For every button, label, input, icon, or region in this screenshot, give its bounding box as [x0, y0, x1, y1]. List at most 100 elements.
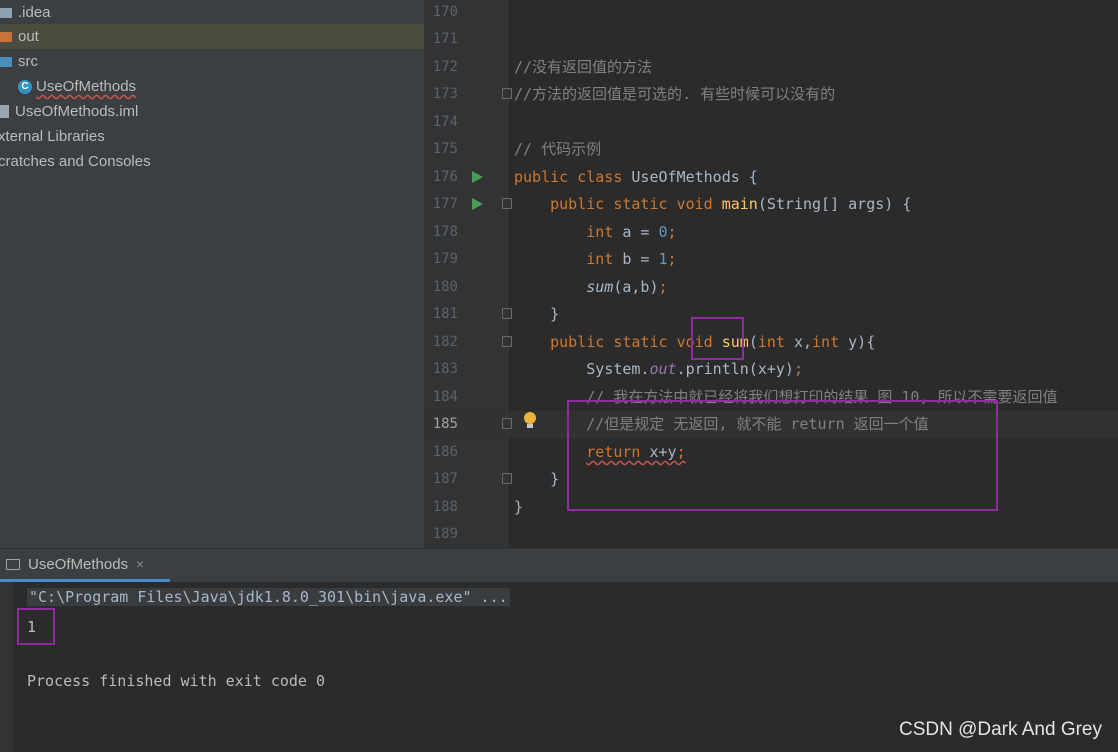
- line-number: 179: [432, 251, 458, 267]
- code-line-178: int a = 0;: [514, 219, 676, 246]
- tree-item-idea[interactable]: .idea: [0, 0, 424, 25]
- tree-item-src[interactable]: src: [0, 49, 424, 74]
- watermark: CSDN @Dark And Grey: [898, 719, 1102, 740]
- line-number: 180: [432, 279, 458, 295]
- line-number: 174: [432, 114, 458, 130]
- console-icon: [6, 558, 20, 570]
- code-token: {: [739, 168, 758, 186]
- folder-icon: [0, 31, 12, 42]
- code-token: ;: [667, 250, 677, 268]
- folder-icon: [0, 7, 12, 18]
- line-number: 175: [432, 141, 458, 157]
- code-token: (: [748, 333, 758, 351]
- code-token-keyword: int: [812, 333, 840, 351]
- code-token-keyword: public static: [550, 333, 677, 351]
- code-token: y){: [839, 333, 876, 351]
- line-number: 170: [432, 4, 458, 20]
- code-token: }: [550, 305, 560, 323]
- fold-icon[interactable]: [502, 418, 512, 429]
- highlight-box-void: [691, 317, 744, 360]
- tree-item-label: UseOfMethods.iml: [15, 103, 139, 120]
- line-number: 176: [432, 169, 458, 185]
- run-tab-bar: UseOfMethods ×: [0, 549, 1118, 582]
- code-token: }: [514, 498, 524, 516]
- tree-item-label: xternal Libraries: [0, 128, 105, 145]
- run-tab[interactable]: UseOfMethods ×: [0, 549, 170, 582]
- tree-item-label: UseOfMethods: [36, 78, 137, 95]
- code-line-187: }: [514, 466, 559, 493]
- folder-icon: [0, 56, 12, 67]
- code-line-183: System.out.println(x+y);: [514, 356, 803, 383]
- tree-item-label: src: [18, 53, 38, 70]
- code-token: }: [550, 470, 560, 488]
- line-number: 188: [432, 499, 458, 515]
- code-token-keyword: public class: [514, 168, 632, 186]
- gutter-separator: [507, 0, 508, 548]
- tree-item-out[interactable]: out: [0, 24, 424, 49]
- run-class-icon[interactable]: [472, 171, 483, 183]
- line-number: 181: [432, 306, 458, 322]
- code-line-188: }: [514, 494, 523, 521]
- tree-item-scratches[interactable]: cratches and Consoles: [0, 149, 422, 174]
- code-token: (String[] args) {: [757, 195, 912, 213]
- code-token: System.: [586, 360, 650, 378]
- code-line-179: int b = 1;: [514, 246, 677, 273]
- code-token: UseOfMethods: [631, 168, 740, 186]
- code-line-176: public class UseOfMethods {: [514, 164, 758, 191]
- code-line-175: // 代码示例: [514, 140, 602, 158]
- file-icon: [0, 105, 9, 118]
- highlight-box-return: [567, 400, 998, 511]
- fold-icon[interactable]: [502, 336, 512, 347]
- console-command-line: "C:\Program Files\Java\jdk1.8.0_301\bin\…: [27, 588, 510, 606]
- code-line-180: sum(a,b);: [514, 274, 668, 301]
- line-number-current: 185: [432, 416, 458, 432]
- tree-item-label: cratches and Consoles: [0, 153, 151, 170]
- code-editor[interactable]: 170 171 172 173 174 175 176 177 178 179 …: [424, 0, 1118, 548]
- project-tree: .idea out src C UseOfMethods UseOfMethod…: [0, 0, 424, 548]
- tree-item-label: .idea: [18, 4, 51, 21]
- code-line-173: //方法的返回值是可选的. 有些时候可以没有的: [514, 85, 836, 103]
- run-toolbar: [0, 582, 13, 752]
- line-number: 187: [432, 471, 458, 487]
- code-token: ;: [658, 278, 668, 296]
- tree-item-useofmethods-class[interactable]: C UseOfMethods: [0, 74, 424, 99]
- code-token: b =: [622, 250, 659, 268]
- code-token-keyword: public static void: [550, 195, 722, 213]
- tree-item-iml[interactable]: UseOfMethods.iml: [0, 99, 424, 124]
- tree-item-label: out: [18, 28, 39, 45]
- fold-icon[interactable]: [502, 88, 512, 99]
- code-token-function: main: [721, 195, 758, 213]
- run-main-icon[interactable]: [472, 198, 483, 210]
- code-token-method-call: sum: [586, 278, 614, 296]
- fold-icon[interactable]: [502, 198, 512, 209]
- java-class-icon: C: [18, 79, 32, 94]
- line-number: 182: [432, 334, 458, 350]
- run-tab-label: UseOfMethods: [28, 555, 129, 573]
- line-number: 173: [432, 86, 458, 102]
- line-number: 171: [432, 31, 458, 47]
- code-token-number: 0: [658, 223, 668, 241]
- fold-icon[interactable]: [502, 308, 512, 319]
- console-exit-message: Process finished with exit code 0: [27, 672, 326, 690]
- code-token: (a,b): [613, 278, 659, 296]
- code-token: ;: [793, 360, 803, 378]
- line-number: 177: [432, 196, 458, 212]
- tree-item-external-libraries[interactable]: xternal Libraries: [0, 124, 422, 149]
- code-token-keyword: int: [586, 250, 623, 268]
- code-token-number: 1: [658, 250, 668, 268]
- line-number: 186: [432, 444, 458, 460]
- close-icon[interactable]: ×: [136, 556, 144, 572]
- fold-icon[interactable]: [502, 473, 512, 484]
- highlight-box-output: [17, 608, 55, 645]
- code-token-keyword: int: [757, 333, 785, 351]
- code-line-177: public static void main(String[] args) {: [514, 191, 911, 218]
- code-token-static-field: out: [649, 360, 677, 378]
- code-token: a =: [622, 223, 659, 241]
- line-number: 172: [432, 59, 458, 75]
- line-number: 178: [432, 224, 458, 240]
- line-number: 183: [432, 361, 458, 377]
- code-token: x,: [784, 333, 813, 351]
- code-line-181: }: [514, 301, 559, 328]
- code-token: .println(x+y): [676, 360, 794, 378]
- line-number: 184: [432, 389, 458, 405]
